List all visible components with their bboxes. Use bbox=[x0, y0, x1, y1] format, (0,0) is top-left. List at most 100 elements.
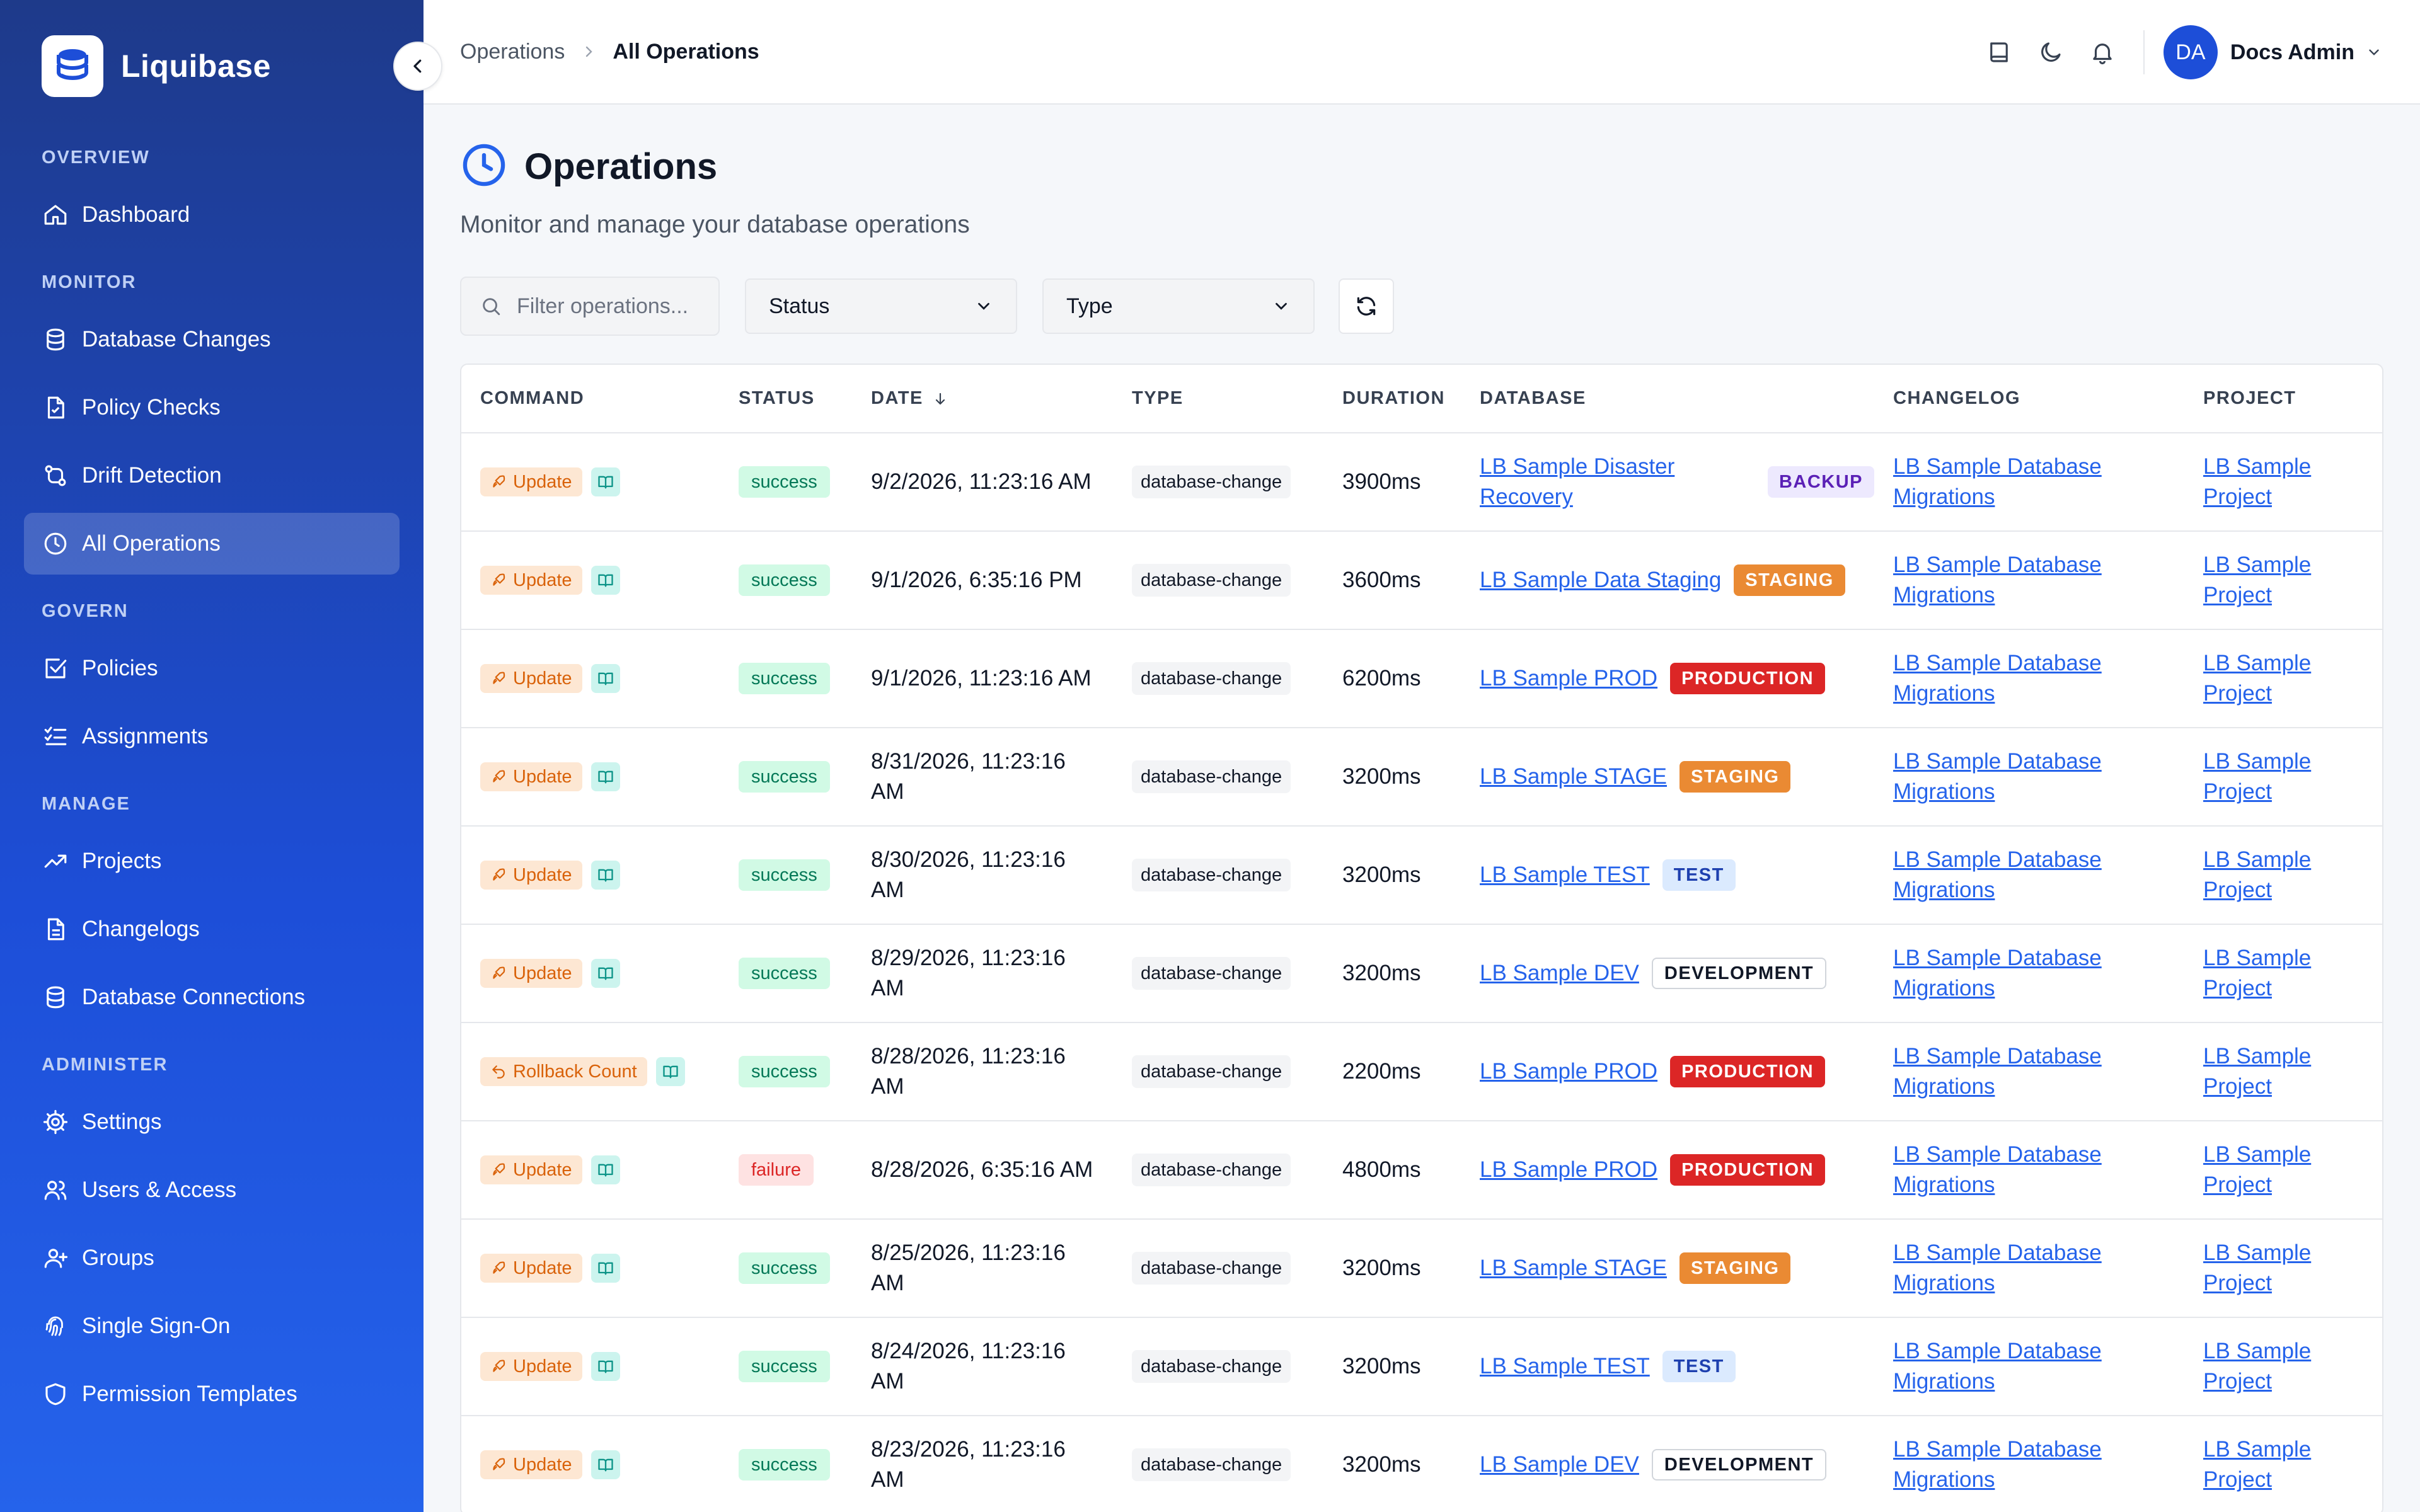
user-menu[interactable]: DA Docs Admin bbox=[2163, 25, 2382, 79]
sidebar-item-database-changes[interactable]: Database Changes bbox=[24, 309, 400, 370]
column-header-status[interactable]: STATUS bbox=[720, 365, 852, 433]
moon-icon[interactable] bbox=[2025, 26, 2077, 78]
docs-book-icon[interactable] bbox=[1973, 26, 2025, 78]
table-row[interactable]: Update success 9/1/2026, 11:23:16 AM dat… bbox=[461, 629, 2382, 728]
changelog-book-icon[interactable] bbox=[591, 1155, 620, 1184]
changelog-book-icon[interactable] bbox=[591, 1352, 620, 1381]
changelog-link[interactable]: LB Sample Database Migrations bbox=[1893, 550, 2133, 610]
sidebar-item-changelogs[interactable]: Changelogs bbox=[24, 898, 400, 960]
sidebar-item-permission-templates[interactable]: Permission Templates bbox=[24, 1363, 400, 1425]
bell-icon[interactable] bbox=[2077, 26, 2128, 78]
changelog-book-icon[interactable] bbox=[655, 1057, 685, 1086]
project-link[interactable]: LB Sample Project bbox=[2203, 1041, 2329, 1102]
changelog-link[interactable]: LB Sample Database Migrations bbox=[1893, 1435, 2133, 1495]
table-row[interactable]: Update success 8/24/2026, 11:23:16 AM da… bbox=[461, 1317, 2382, 1416]
cell-command: Update bbox=[461, 1219, 720, 1318]
changelog-link[interactable]: LB Sample Database Migrations bbox=[1893, 1238, 2133, 1298]
sidebar-item-groups[interactable]: Groups bbox=[24, 1227, 400, 1289]
database-link[interactable]: LB Sample TEST bbox=[1480, 1351, 1650, 1382]
sidebar-item-dashboard[interactable]: Dashboard bbox=[24, 184, 400, 246]
project-link[interactable]: LB Sample Project bbox=[2203, 845, 2329, 905]
column-header-database[interactable]: DATABASE bbox=[1461, 365, 1874, 433]
project-link[interactable]: LB Sample Project bbox=[2203, 1238, 2329, 1298]
changelog-link[interactable]: LB Sample Database Migrations bbox=[1893, 1336, 2133, 1397]
changelog-book-icon[interactable] bbox=[591, 1254, 620, 1283]
changelog-link[interactable]: LB Sample Database Migrations bbox=[1893, 452, 2133, 512]
column-header-changelog[interactable]: CHANGELOG bbox=[1874, 365, 2184, 433]
refresh-button[interactable] bbox=[1339, 278, 1394, 334]
column-header-date[interactable]: DATE bbox=[852, 365, 1113, 433]
table-row[interactable]: Update success 9/2/2026, 11:23:16 AM dat… bbox=[461, 433, 2382, 532]
project-link[interactable]: LB Sample Project bbox=[2203, 550, 2329, 610]
changelog-book-icon[interactable] bbox=[591, 1450, 620, 1479]
project-link[interactable]: LB Sample Project bbox=[2203, 1435, 2329, 1495]
database-link[interactable]: LB Sample Disaster Recovery bbox=[1480, 452, 1692, 512]
status-select[interactable]: Status bbox=[745, 278, 1017, 334]
sidebar-item-all-operations[interactable]: All Operations bbox=[24, 513, 400, 575]
changelog-book-icon[interactable] bbox=[591, 959, 620, 988]
project-link[interactable]: LB Sample Project bbox=[2203, 747, 2329, 807]
database-link[interactable]: LB Sample TEST bbox=[1480, 860, 1650, 890]
changelog-link[interactable]: LB Sample Database Migrations bbox=[1893, 845, 2133, 905]
sidebar-item-policy-checks[interactable]: Policy Checks bbox=[24, 377, 400, 438]
type-badge: database-change bbox=[1132, 1350, 1291, 1383]
changelog-link[interactable]: LB Sample Database Migrations bbox=[1893, 1041, 2133, 1102]
project-link[interactable]: LB Sample Project bbox=[2203, 452, 2329, 512]
search-input[interactable] bbox=[517, 294, 706, 319]
database-link[interactable]: LB Sample PROD bbox=[1480, 1155, 1657, 1185]
breadcrumb-parent[interactable]: Operations bbox=[460, 40, 565, 64]
sidebar-item-policies[interactable]: Policies bbox=[24, 638, 400, 699]
column-header-type[interactable]: TYPE bbox=[1113, 365, 1323, 433]
search-icon bbox=[483, 298, 500, 316]
sidebar-item-drift-detection[interactable]: Drift Detection bbox=[24, 445, 400, 507]
database-link[interactable]: LB Sample DEV bbox=[1480, 1450, 1639, 1480]
cell-type: database-change bbox=[1113, 433, 1323, 532]
sidebar-item-label: All Operations bbox=[82, 531, 221, 556]
table-row[interactable]: Rollback Count success 8/28/2026, 11:23:… bbox=[461, 1022, 2382, 1121]
database-link[interactable]: LB Sample STAGE bbox=[1480, 762, 1667, 792]
type-select[interactable]: Type bbox=[1042, 278, 1315, 334]
changelog-book-icon[interactable] bbox=[591, 664, 620, 693]
table-row[interactable]: Update success 8/31/2026, 11:23:16 AM da… bbox=[461, 728, 2382, 827]
changelog-link[interactable]: LB Sample Database Migrations bbox=[1893, 747, 2133, 807]
column-header-duration[interactable]: DURATION bbox=[1323, 365, 1461, 433]
database-link[interactable]: LB Sample STAGE bbox=[1480, 1253, 1667, 1283]
database-link[interactable]: LB Sample Data Staging bbox=[1480, 565, 1721, 595]
table-row[interactable]: Update success 9/1/2026, 6:35:16 PM data… bbox=[461, 531, 2382, 630]
changelog-book-icon[interactable] bbox=[591, 566, 620, 595]
brand[interactable]: Liquibase bbox=[42, 35, 271, 97]
sidebar-item-users-access[interactable]: Users & Access bbox=[24, 1159, 400, 1221]
status-badge: success bbox=[739, 564, 830, 596]
command-badge: Update bbox=[480, 762, 582, 791]
sidebar-item-label: Changelogs bbox=[82, 917, 200, 941]
sidebar-item-label: Single Sign-On bbox=[82, 1314, 231, 1338]
sidebar-item-database-connections[interactable]: Database Connections bbox=[24, 966, 400, 1028]
sidebar-nav: OVERVIEW Dashboard MONITOR Database Changes… bbox=[24, 146, 400, 1431]
table-row[interactable]: Update success 8/23/2026, 11:23:16 AM da… bbox=[461, 1416, 2382, 1512]
sidebar-item-projects[interactable]: Projects bbox=[24, 830, 400, 892]
database-link[interactable]: LB Sample PROD bbox=[1480, 1057, 1657, 1087]
table-row[interactable]: Update success 8/30/2026, 11:23:16 AM da… bbox=[461, 826, 2382, 925]
database-link[interactable]: LB Sample PROD bbox=[1480, 663, 1657, 694]
project-link[interactable]: LB Sample Project bbox=[2203, 1140, 2329, 1200]
database-link[interactable]: LB Sample DEV bbox=[1480, 958, 1639, 988]
changelog-link[interactable]: LB Sample Database Migrations bbox=[1893, 943, 2133, 1004]
sidebar-item-single-sign-on[interactable]: Single Sign-On bbox=[24, 1295, 400, 1357]
project-link[interactable]: LB Sample Project bbox=[2203, 943, 2329, 1004]
project-link[interactable]: LB Sample Project bbox=[2203, 1336, 2329, 1397]
column-header-command[interactable]: COMMAND bbox=[461, 365, 720, 433]
changelog-book-icon[interactable] bbox=[591, 861, 620, 890]
table-row[interactable]: Update success 8/25/2026, 11:23:16 AM da… bbox=[461, 1219, 2382, 1318]
column-header-project[interactable]: PROJECT bbox=[2184, 365, 2382, 433]
cell-status: success bbox=[720, 531, 852, 630]
sidebar-item-assignments[interactable]: Assignments bbox=[24, 706, 400, 767]
sidebar-item-settings[interactable]: Settings bbox=[24, 1091, 400, 1153]
collapse-sidebar-button[interactable] bbox=[393, 42, 442, 91]
table-row[interactable]: Update success 8/29/2026, 11:23:16 AM da… bbox=[461, 924, 2382, 1023]
changelog-book-icon[interactable] bbox=[591, 762, 620, 791]
project-link[interactable]: LB Sample Project bbox=[2203, 648, 2329, 709]
changelog-link[interactable]: LB Sample Database Migrations bbox=[1893, 648, 2133, 709]
changelog-book-icon[interactable] bbox=[591, 467, 620, 496]
table-row[interactable]: Update failure 8/28/2026, 6:35:16 AM dat… bbox=[461, 1121, 2382, 1220]
changelog-link[interactable]: LB Sample Database Migrations bbox=[1893, 1140, 2133, 1200]
